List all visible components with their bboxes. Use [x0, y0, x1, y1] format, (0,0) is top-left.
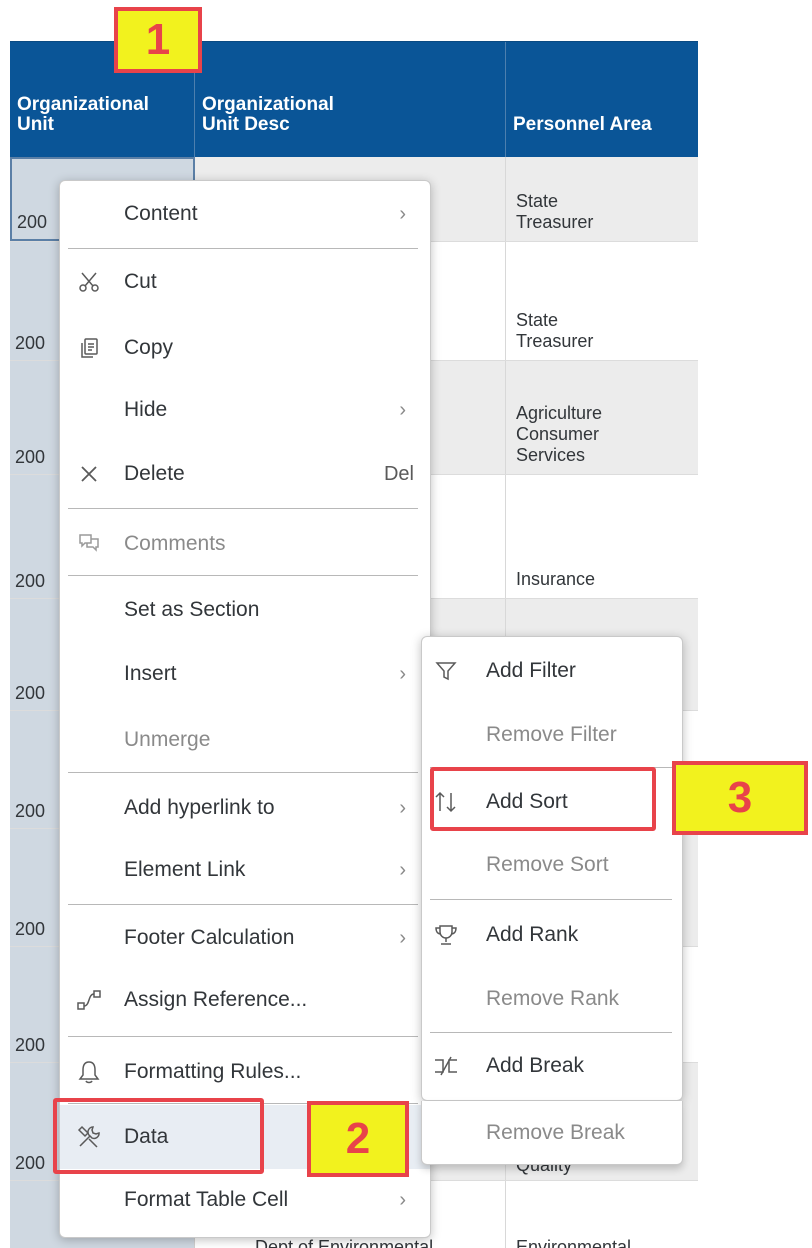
personnel-area-cell[interactable]: Environmental	[506, 1181, 698, 1248]
personnel-area-text: Insurance	[516, 569, 596, 589]
context-menu: Content › Cut Copy Hide › Delete Del Com…	[59, 180, 431, 1238]
submenu-item-add-rank[interactable]: Add Rank	[422, 903, 682, 967]
column-header-organizational-unit-desc[interactable]: Organizational Unit Desc	[195, 42, 506, 158]
menu-item-label: Unmerge	[124, 728, 211, 751]
menu-item-label: Copy	[124, 336, 174, 359]
submenu-item-label: Remove Break	[486, 1121, 625, 1144]
menu-item-add-hyperlink[interactable]: Add hyperlink to ›	[60, 777, 430, 839]
personnel-area-text: Environmental	[516, 1237, 632, 1248]
menu-divider	[430, 1032, 672, 1033]
menu-item-element-link[interactable]: Element Link ›	[60, 839, 430, 901]
menu-item-format-table-cell[interactable]: Format Table Cell ›	[60, 1169, 430, 1231]
menu-divider	[68, 508, 418, 509]
chevron-right-icon: ›	[399, 202, 406, 225]
menu-item-label: Cut	[124, 270, 157, 293]
menu-item-label: Hide	[124, 398, 168, 421]
submenu-item-label: Add Filter	[486, 659, 576, 682]
submenu-item-label: Add Rank	[486, 923, 579, 946]
personnel-area-text: State Treasurer	[516, 310, 594, 351]
data-submenu: Add Filter Remove Filter Add Sort Remove…	[421, 636, 683, 1101]
bell-icon	[74, 1057, 104, 1087]
submenu-item-add-filter[interactable]: Add Filter	[422, 639, 682, 703]
menu-item-footer-calculation[interactable]: Footer Calculation ›	[60, 907, 430, 969]
menu-item-label: Content	[124, 202, 198, 225]
break-icon	[432, 1052, 460, 1080]
personnel-area-cell[interactable]: Insurance	[506, 475, 698, 598]
callout-1: 1	[114, 7, 202, 73]
comments-icon	[74, 529, 104, 559]
personnel-area-cell[interactable]: State Treasurer	[506, 242, 698, 360]
menu-item-label: Assign Reference...	[124, 988, 308, 1011]
personnel-area-text: State Treasurer	[516, 191, 594, 232]
chevron-right-icon: ›	[399, 662, 406, 685]
close-icon	[74, 459, 104, 489]
submenu-item-remove-break[interactable]: Remove Break	[422, 1101, 682, 1165]
callout-2: 2	[307, 1101, 409, 1177]
menu-item-label: Format Table Cell	[124, 1188, 289, 1211]
trophy-icon	[432, 921, 460, 949]
submenu-item-label: Remove Filter	[486, 723, 617, 746]
filter-icon	[432, 657, 460, 685]
menu-divider	[68, 772, 418, 773]
personnel-area-text: Agriculture Consumer Services	[516, 403, 603, 465]
menu-item-set-as-section[interactable]: Set as Section	[60, 579, 430, 641]
menu-item-unmerge[interactable]: Unmerge	[60, 709, 430, 771]
menu-item-delete[interactable]: Delete Del	[60, 443, 430, 505]
personnel-area-cell[interactable]: Agriculture Consumer Services	[506, 361, 698, 474]
menu-item-label: Element Link	[124, 858, 246, 881]
menu-divider	[68, 248, 418, 249]
submenu-item-add-break[interactable]: Add Break	[422, 1034, 682, 1098]
menu-item-label: Formatting Rules...	[124, 1060, 302, 1083]
shortcut-label: Del	[383, 462, 414, 485]
data-submenu-tail: Remove Break	[421, 1101, 683, 1165]
menu-item-content[interactable]: Content ›	[60, 183, 430, 245]
submenu-item-label: Remove Sort	[486, 853, 609, 876]
menu-item-label: Add hyperlink to	[124, 796, 275, 819]
column-header-personnel-area[interactable]: Personnel Area	[506, 42, 698, 158]
highlight-box-data	[53, 1098, 264, 1174]
chevron-right-icon: ›	[399, 858, 406, 881]
chevron-right-icon: ›	[399, 796, 406, 819]
submenu-item-label: Remove Rank	[486, 987, 620, 1010]
menu-item-label: Delete	[124, 462, 185, 485]
menu-item-label: Insert	[124, 662, 177, 685]
personnel-area-cell[interactable]: State Treasurer	[506, 157, 698, 241]
chevron-right-icon: ›	[399, 1188, 406, 1211]
column-header-label: Organizational Unit	[17, 94, 149, 135]
column-header-label: Organizational Unit Desc	[202, 94, 334, 135]
menu-item-assign-reference[interactable]: Assign Reference...	[60, 969, 430, 1031]
menu-item-formatting-rules[interactable]: Formatting Rules...	[60, 1041, 430, 1103]
menu-item-hide[interactable]: Hide ›	[60, 379, 430, 441]
menu-divider	[68, 575, 418, 576]
menu-item-cut[interactable]: Cut	[60, 251, 430, 313]
menu-item-copy[interactable]: Copy	[60, 317, 430, 379]
menu-item-label: Set as Section	[124, 598, 260, 621]
org-unit-desc-text: Dept of Environmental	[255, 1237, 434, 1248]
menu-divider	[68, 1036, 418, 1037]
reference-icon	[74, 985, 104, 1015]
submenu-item-remove-filter[interactable]: Remove Filter	[422, 703, 682, 767]
submenu-item-label: Add Break	[486, 1054, 585, 1077]
copy-icon	[74, 333, 104, 363]
highlight-box-add-sort	[430, 767, 656, 831]
menu-divider	[68, 904, 418, 905]
column-header-label: Personnel Area	[513, 114, 652, 135]
submenu-item-remove-sort[interactable]: Remove Sort	[422, 833, 682, 897]
menu-divider	[430, 899, 672, 900]
menu-item-label: Comments	[124, 532, 226, 555]
scissors-icon	[74, 267, 104, 297]
menu-item-label: Footer Calculation	[124, 926, 295, 949]
menu-item-comments[interactable]: Comments	[60, 513, 430, 575]
submenu-item-remove-rank[interactable]: Remove Rank	[422, 967, 682, 1031]
menu-item-insert[interactable]: Insert ›	[60, 643, 430, 705]
chevron-right-icon: ›	[399, 926, 406, 949]
callout-3: 3	[672, 761, 808, 835]
chevron-right-icon: ›	[399, 398, 406, 421]
